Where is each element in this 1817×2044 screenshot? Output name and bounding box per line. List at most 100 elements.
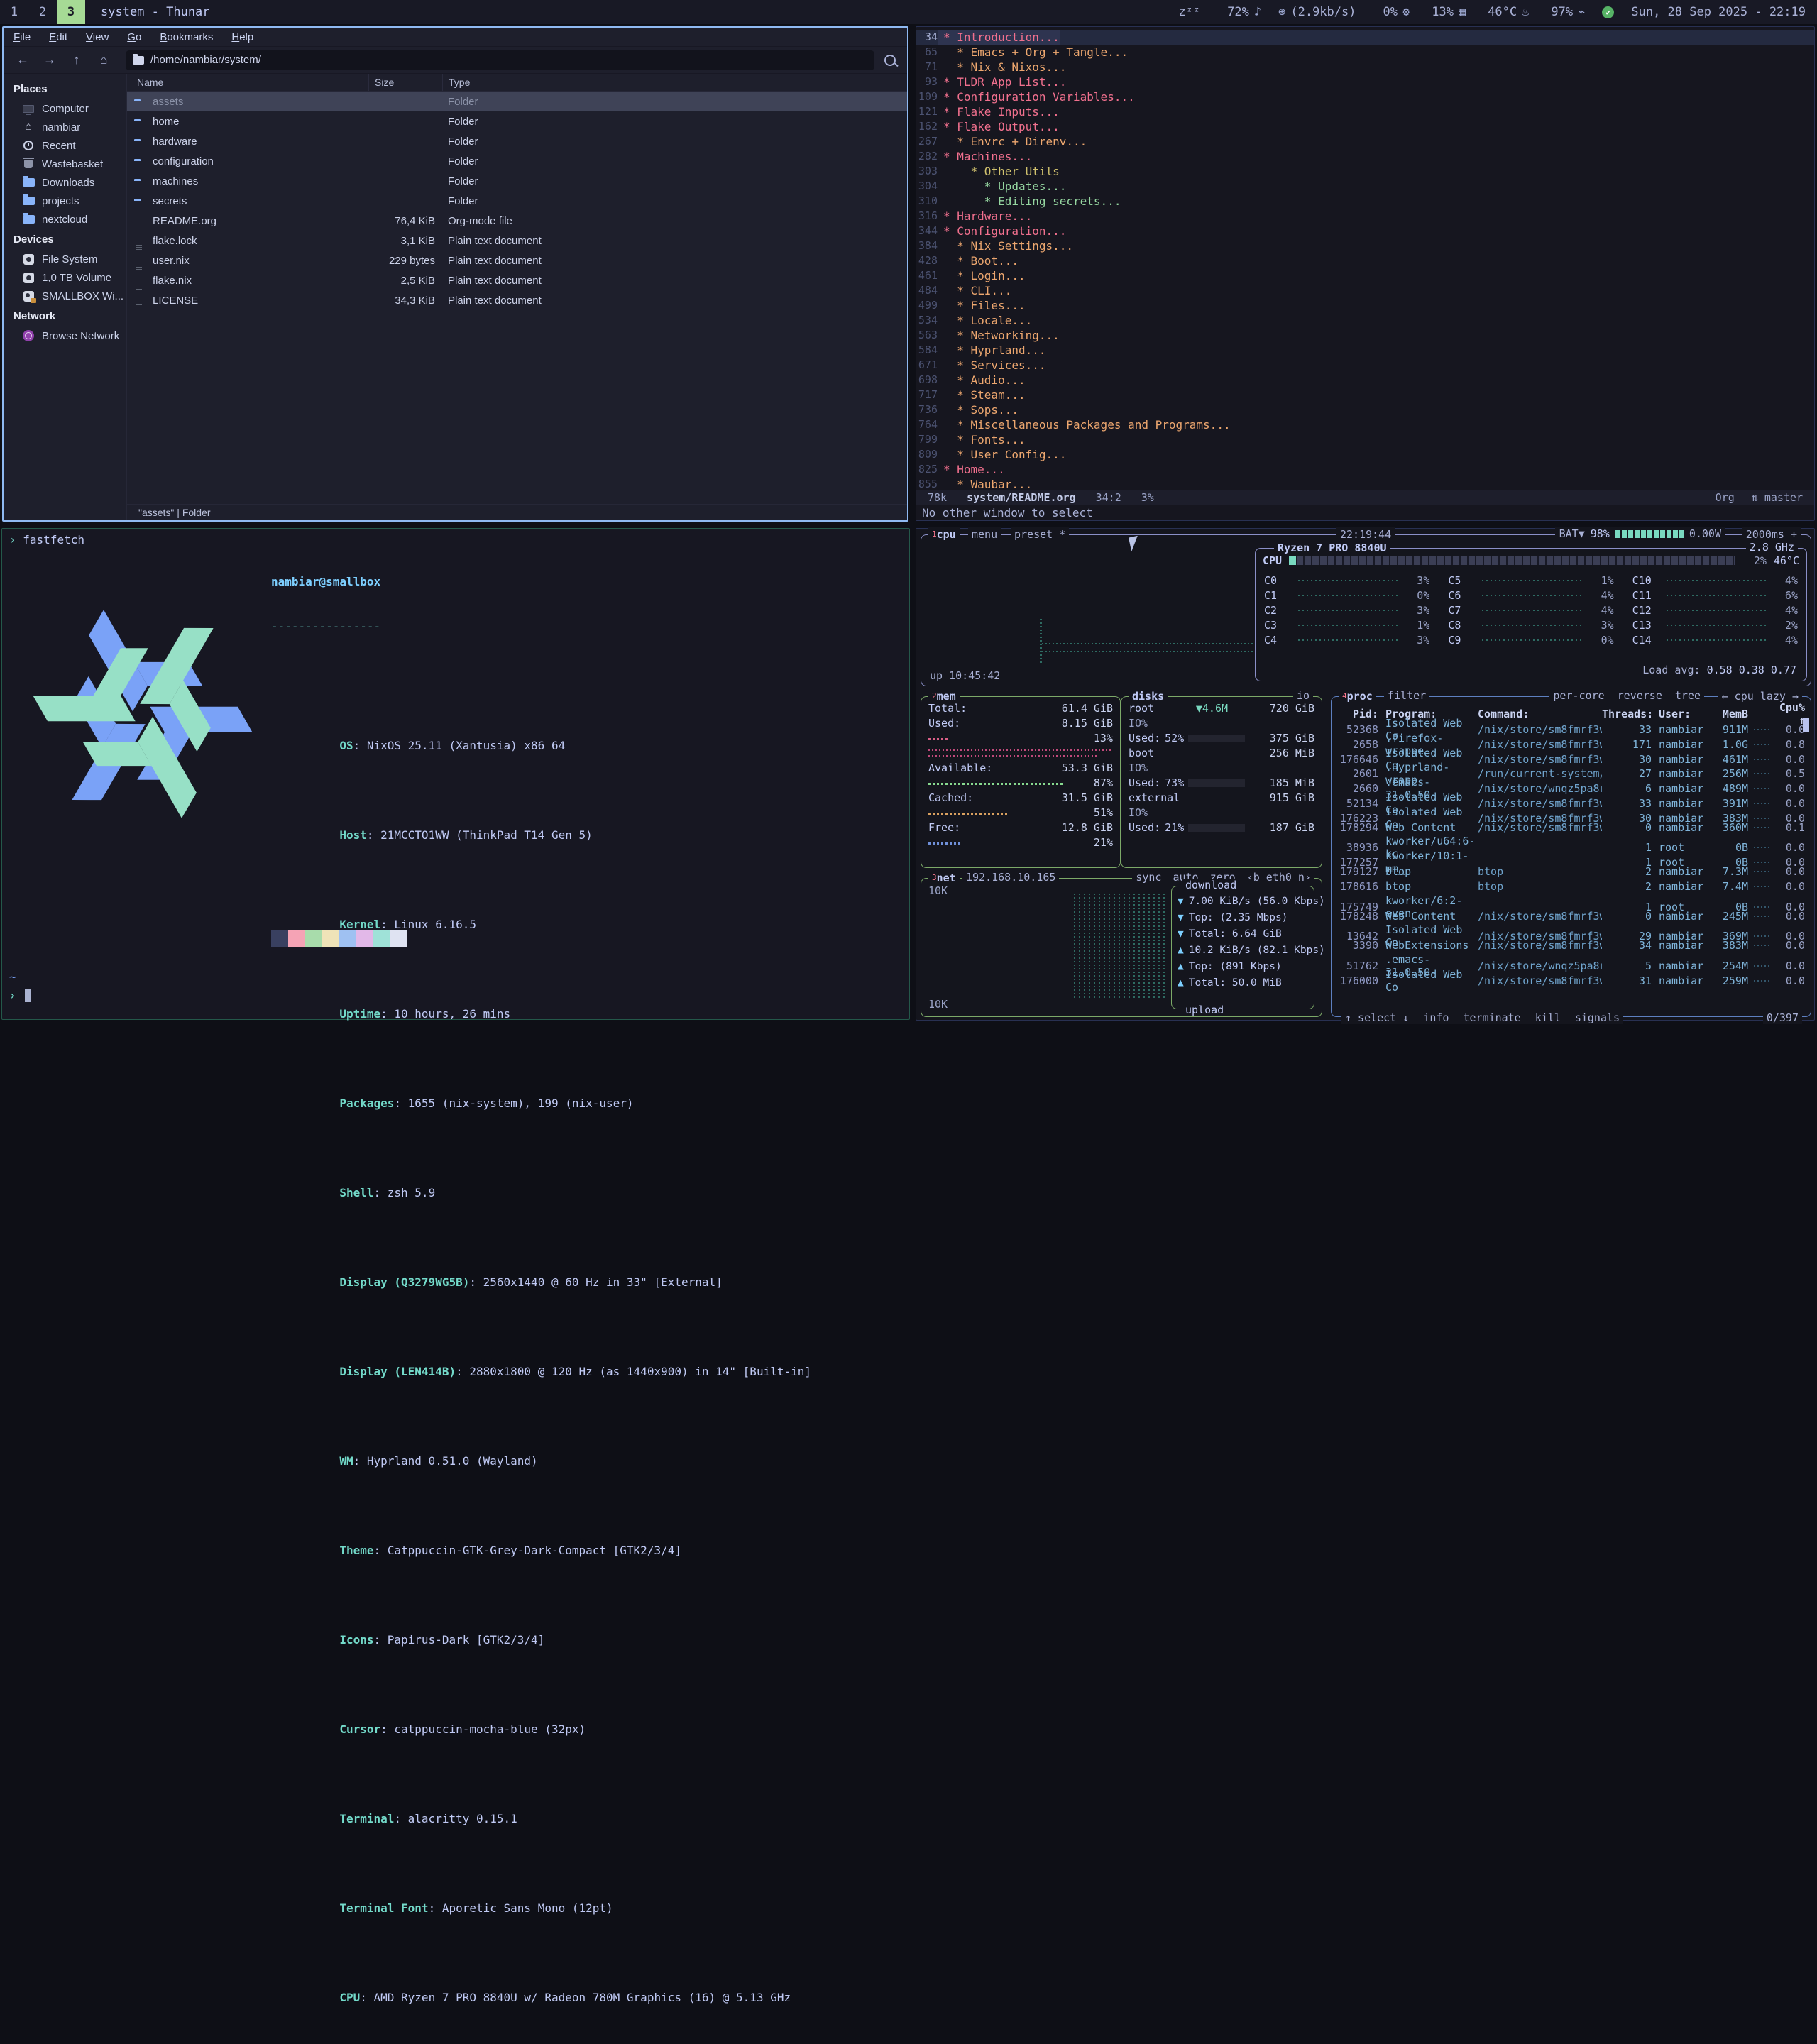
shell-prompt[interactable]: › [9,989,31,1002]
org-heading-line[interactable]: 282 * Machines... [916,149,1814,164]
proc-footer-action[interactable]: terminate [1463,1011,1520,1024]
path-bar[interactable]: /home/nambiar/system/ [126,50,874,70]
status-module[interactable]: 13%▦ [1427,5,1466,19]
status-module[interactable]: 97%⌁ [1546,5,1585,19]
forward-button[interactable]: → [38,50,62,70]
proc-footer-action[interactable]: ↑ select ↓ [1345,1011,1409,1024]
filter-button[interactable]: filter [1384,689,1429,702]
proc-footer-action[interactable]: signals [1575,1011,1620,1024]
sidebar-item[interactable]: Downloads [4,173,126,192]
sidebar-item[interactable]: ⌂ nambiar [4,118,126,136]
org-heading-line[interactable]: 344 * Configuration... [916,224,1814,238]
org-heading-line[interactable]: 65 * Emacs + Org + Tangle... [916,45,1814,60]
status-module[interactable]: 72%♪ [1222,5,1261,19]
org-heading-line[interactable]: 717 * Steam... [916,388,1814,402]
menu-item[interactable]: File [13,31,31,43]
file-row[interactable]: secrets Folder [127,191,907,211]
search-icon[interactable] [884,55,896,66]
file-row[interactable]: flake.lock 3,1 KiB Plain text document [127,231,907,251]
file-row[interactable]: LICENSE 34,3 KiB Plain text document [127,290,907,310]
sidebar-item[interactable]: nextcloud [4,210,126,229]
column-header-name[interactable]: Name [127,77,368,88]
process-row[interactable]: 13642 Isolated Web Co /nix/store/sm8fmrf… [1337,923,1805,938]
proc-footer-action[interactable]: info [1423,1011,1449,1024]
org-heading-line[interactable]: 121 * Flake Inputs... [916,104,1814,119]
org-heading-line[interactable]: 809 * User Config... [916,447,1814,462]
org-heading-line[interactable]: 93 * TLDR App List... [916,75,1814,89]
org-heading-line[interactable]: 825 * Home... [916,462,1814,477]
sidebar-item[interactable]: File System [4,250,126,268]
sidebar-item[interactable]: SMALLBOX Wi... [4,287,126,305]
org-heading-line[interactable]: 584 * Hyprland... [916,343,1814,358]
up-button[interactable]: ↑ [65,50,89,70]
org-heading-line[interactable]: 461 * Login... [916,268,1814,283]
proc-option-tab[interactable]: reverse [1618,689,1662,702]
process-row[interactable]: 179127 btop btop 2 nambiar 7.3M 0.0 [1337,864,1805,879]
status-module[interactable]: 0%⚙ [1378,5,1410,19]
sidebar-item[interactable]: Recent [4,136,126,155]
process-row[interactable]: 38936 kworker/u64:6-kc 1 root 0B 0.0 [1337,835,1805,850]
org-heading-line[interactable]: 267 * Envrc + Direnv... [916,134,1814,149]
org-heading-line[interactable]: 499 * Files... [916,298,1814,313]
column-header-type[interactable]: Type [442,74,907,91]
tab-io[interactable]: io [1293,689,1313,702]
process-row[interactable]: 178248 Web Content /nix/store/sm8fmrf3wp… [1337,908,1805,923]
org-heading-line[interactable]: 310 * Editing secrets... [916,194,1814,209]
menu-item[interactable]: Go [127,31,141,43]
org-heading-line[interactable]: 162 * Flake Output... [916,119,1814,134]
menu-item[interactable]: Help [231,31,253,43]
org-heading-line[interactable]: 304 * Updates... [916,179,1814,194]
org-heading-line[interactable]: 71 * Nix & Nixos... [916,60,1814,75]
sidebar-item[interactable]: projects [4,192,126,210]
org-heading-line[interactable]: 109 * Configuration Variables... [916,89,1814,104]
preset-button[interactable]: preset * [1011,527,1069,542]
org-heading-line[interactable]: 671 * Services... [916,358,1814,373]
process-row[interactable]: 52368 Isolated Web Co /nix/store/sm8fmrf… [1337,717,1805,732]
systemd-ok-check-icon[interactable]: ✔ [1602,6,1614,18]
process-row[interactable]: 175749 kworker/6:2-even 1 root 0B 0.0 [1337,894,1805,909]
file-row[interactable]: configuration Folder [127,151,907,171]
clock[interactable]: Sun, 28 Sep 2025 - 22:19 [1631,5,1806,19]
process-row[interactable]: 51762 .emacs-31.0.50- /nix/store/wnqz5pa… [1337,953,1805,968]
file-row[interactable]: hardware Folder [127,131,907,151]
org-heading-line[interactable]: 698 * Audio... [916,373,1814,388]
column-header-size[interactable]: Size [368,74,442,91]
proc-scrollbar-thumb[interactable] [1803,718,1809,732]
file-row[interactable]: assets Folder [127,92,907,111]
terminal-window[interactable]: › fastfetch nambiar@smallbox -----------… [1,528,910,1020]
org-heading-line[interactable]: 799 * Fonts... [916,432,1814,447]
org-heading-line[interactable]: 563 * Networking... [916,328,1814,343]
file-row[interactable]: README.org 76,4 KiB Org-mode file [127,211,907,231]
file-row[interactable]: machines Folder [127,171,907,191]
sidebar-item[interactable]: Browse Network [4,326,126,345]
file-row[interactable]: user.nix 229 bytes Plain text document [127,251,907,270]
status-module[interactable]: zᶻᶻ [1173,5,1205,19]
proc-option-tab[interactable]: tree [1675,689,1701,702]
org-heading-line[interactable]: 534 * Locale... [916,313,1814,328]
home-button[interactable]: ⌂ [92,50,116,70]
file-row[interactable]: flake.nix 2,5 KiB Plain text document [127,270,907,290]
back-button[interactable]: ← [11,50,35,70]
org-heading-line[interactable]: 428 * Boot... [916,253,1814,268]
menu-button[interactable]: menu [968,527,1001,542]
tab-cpu[interactable]: 1cpu [928,527,960,542]
org-heading-line[interactable]: 303 * Other Utils [916,164,1814,179]
update-interval[interactable]: 2000ms + [1742,527,1801,542]
status-module[interactable]: 46°C♨ [1483,5,1529,19]
sidebar-item[interactable]: Wastebasket [4,155,126,173]
org-heading-line[interactable]: 764 * Miscellaneous Packages and Program… [916,417,1814,432]
process-row[interactable]: 178616 btop btop 2 nambiar 7.4M 0.0 [1337,879,1805,894]
org-heading-line[interactable]: 316 * Hardware... [916,209,1814,224]
org-heading-line[interactable]: 736 * Sops... [916,402,1814,417]
proc-footer-action[interactable]: kill [1535,1011,1561,1024]
file-row[interactable]: home Folder [127,111,907,131]
status-module[interactable]: ⊕(2.9kb/s) [1278,5,1361,19]
net-option-tab[interactable]: ‹b eth0 n› [1247,871,1311,884]
org-heading-line[interactable]: 384 * Nix Settings... [916,238,1814,253]
tab-net[interactable]: 3net [928,871,960,885]
workspace-button[interactable]: 3 [57,0,85,24]
sidebar-item[interactable]: Computer [4,99,126,118]
proc-header[interactable]: Pid: Program: Command: Threads: User: Me… [1337,701,1805,716]
process-row[interactable]: 178294 Web Content /nix/store/sm8fmrf3wp… [1337,820,1805,835]
org-heading-line[interactable]: 34 * Introduction... [916,30,1814,45]
